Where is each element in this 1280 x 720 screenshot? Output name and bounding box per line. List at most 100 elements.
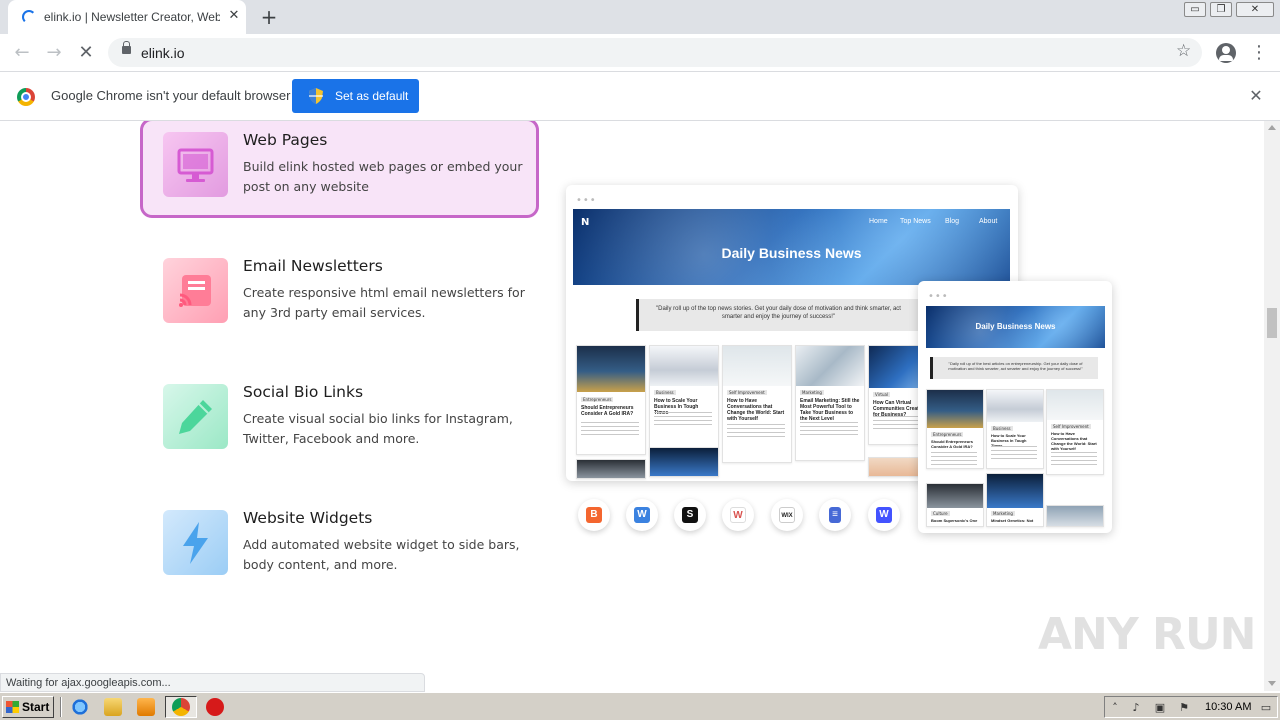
newsletter-icon <box>163 258 228 323</box>
address-bar[interactable]: elink.io ☆ <box>108 38 1202 67</box>
lock-icon[interactable] <box>122 41 131 54</box>
stop-loading-icon[interactable]: ✕ <box>74 41 98 65</box>
article-card: Marketing Mindset Genetics: Not <box>986 473 1044 527</box>
mobile-mockup: ••• Daily Business News "Daily roll up o… <box>918 281 1112 533</box>
article-card: Marketing Email Marketing: Still the Mos… <box>795 345 865 461</box>
browser-toolbar: ← → ✕ elink.io ☆ ⋮ <box>0 34 1280 71</box>
feature-description: Create responsive html email newsletters… <box>243 285 525 320</box>
default-browser-infobar: Google Chrome isn't your default browser… <box>0 71 1280 121</box>
monitor-icon <box>163 132 228 197</box>
action-center-flag-icon[interactable]: ⚑ <box>1177 701 1191 715</box>
article-card-image <box>649 447 719 477</box>
feature-title: Social Bio Links <box>243 383 364 401</box>
tray-expand-icon[interactable]: ˄ <box>1108 701 1122 715</box>
scroll-thumb[interactable] <box>1267 308 1277 338</box>
taskbar-separator <box>60 697 62 717</box>
show-desktop-icon[interactable]: ▭ <box>1259 701 1273 715</box>
minimize-button[interactable]: ▭ <box>1184 2 1206 17</box>
article-card-image <box>1046 505 1104 527</box>
card-tag: Business <box>991 426 1013 431</box>
file-explorer-icon[interactable] <box>104 698 122 716</box>
status-bubble: Waiting for ajax.googleapis.com... <box>0 673 425 692</box>
mockup-nav-blog: Blog <box>945 218 960 225</box>
google-sites-icon[interactable]: ≡ <box>819 499 851 531</box>
publisher-icons: B W S W WIX ≡ W <box>578 499 900 533</box>
windows-taskbar: Start ˄ ♪ ▣ ⚑ 10:30 AM ▭ <box>0 692 1280 720</box>
card-title: Should Entrepreneurs Consider A Gold IRA… <box>931 439 974 449</box>
profile-avatar-icon[interactable] <box>1216 43 1236 63</box>
system-tray: ˄ ♪ ▣ ⚑ 10:30 AM ▭ <box>1104 696 1278 718</box>
card-title: Boom Supersonic's One <box>931 518 978 523</box>
lightning-icon <box>163 510 228 575</box>
card-title: Email Marketing: Still the Most Powerful… <box>800 398 860 422</box>
clock: 10:30 AM <box>1205 701 1252 713</box>
card-tag: Culture <box>931 511 950 516</box>
feature-email-newsletters[interactable]: Email Newsletters Create responsive html… <box>140 244 539 344</box>
anyrun-watermark: ANY RUN <box>1038 609 1256 660</box>
card-tag: Marketing <box>991 511 1015 516</box>
feature-title: Email Newsletters <box>243 257 383 275</box>
feature-web-pages[interactable]: Web Pages Build elink hosted web pages o… <box>140 121 539 218</box>
bookmark-star-icon[interactable]: ☆ <box>1176 41 1191 61</box>
start-button[interactable]: Start <box>2 696 54 718</box>
page-scrollbar[interactable] <box>1264 121 1280 691</box>
mockup-hero-banner: N Home Top News Blog About Daily Busines… <box>573 209 1010 285</box>
browser-tab[interactable]: elink.io | Newsletter Creator, Web P ✕ <box>8 0 246 34</box>
article-card: Culture Boom Supersonic's One <box>926 483 984 527</box>
mockup-logo: N <box>581 217 590 228</box>
card-title: Mindset Genetics: Not <box>991 518 1034 523</box>
window-dots: ••• <box>576 195 597 206</box>
wordpress-icon[interactable]: W <box>722 499 754 531</box>
scroll-down-arrow-icon[interactable] <box>1268 681 1276 686</box>
feature-website-widgets[interactable]: Website Widgets Add automated website wi… <box>140 496 539 596</box>
feature-social-bio-links[interactable]: Social Bio Links Create visual social bi… <box>140 370 539 470</box>
article-card: Business How to Scale Your Business In T… <box>986 389 1044 469</box>
new-tab-button[interactable]: + <box>258 6 280 28</box>
pencil-icon <box>163 384 228 449</box>
card-tag: Self Improvement <box>727 390 767 395</box>
feature-description: Build elink hosted web pages or embed yo… <box>243 159 523 194</box>
card-tag: Business <box>654 390 676 395</box>
feature-title: Website Widgets <box>243 509 373 527</box>
squarespace-icon[interactable]: S <box>674 499 706 531</box>
network-icon[interactable]: ▣ <box>1153 701 1167 715</box>
red-alert-icon[interactable] <box>206 698 224 716</box>
tab-title: elink.io | Newsletter Creator, Web P <box>44 10 220 24</box>
article-card: Entrepreneurs Should Entrepreneurs Consi… <box>576 345 646 455</box>
card-title: How to Have Conversations that Change th… <box>1051 431 1097 451</box>
internet-explorer-icon[interactable] <box>71 698 89 716</box>
wix-icon[interactable]: WIX <box>771 499 803 531</box>
page-content: Web Pages Build elink hosted web pages o… <box>0 121 1264 691</box>
mockup-quote-small: "Daily roll up of the best articles on e… <box>930 357 1098 379</box>
set-as-default-button[interactable]: Set as default <box>292 79 419 113</box>
scroll-up-arrow-icon[interactable] <box>1268 125 1276 130</box>
chrome-taskbar-button[interactable] <box>165 696 197 718</box>
article-card: Self Improvement How to Have Conversatio… <box>1046 389 1104 475</box>
weebly-icon[interactable]: W <box>626 499 658 531</box>
mockup-title-small: Daily Business News <box>975 322 1056 331</box>
tab-close-button[interactable]: ✕ <box>226 8 242 24</box>
chrome-icon <box>172 698 190 716</box>
chrome-menu-icon[interactable]: ⋮ <box>1250 41 1268 65</box>
mockup-nav-top-news: Top News <box>900 218 931 225</box>
blogger-icon[interactable]: B <box>578 499 610 531</box>
uac-shield-icon <box>309 88 323 104</box>
media-player-icon[interactable] <box>137 698 155 716</box>
volume-icon[interactable]: ♪ <box>1129 701 1143 715</box>
start-label: Start <box>22 700 50 714</box>
set-as-default-label: Set as default <box>335 89 409 103</box>
window-dots: ••• <box>928 291 949 302</box>
forward-arrow-icon[interactable]: → <box>42 41 66 65</box>
back-arrow-icon[interactable]: ← <box>10 41 34 65</box>
url-text[interactable]: elink.io <box>141 45 185 61</box>
feature-title: Web Pages <box>243 131 328 149</box>
webflow-icon[interactable]: W <box>868 499 900 531</box>
article-card: Entrepreneurs Should Entrepreneurs Consi… <box>926 389 984 469</box>
restore-button[interactable]: ❐ <box>1210 2 1232 17</box>
infobar-close-button[interactable]: ✕ <box>1246 86 1266 106</box>
window-close-button[interactable]: ✕ <box>1236 2 1274 17</box>
windows-logo-icon <box>6 701 19 713</box>
card-tag: Marketing <box>800 390 824 395</box>
card-tag: Virtual <box>873 392 891 397</box>
chrome-logo-icon <box>17 88 35 106</box>
